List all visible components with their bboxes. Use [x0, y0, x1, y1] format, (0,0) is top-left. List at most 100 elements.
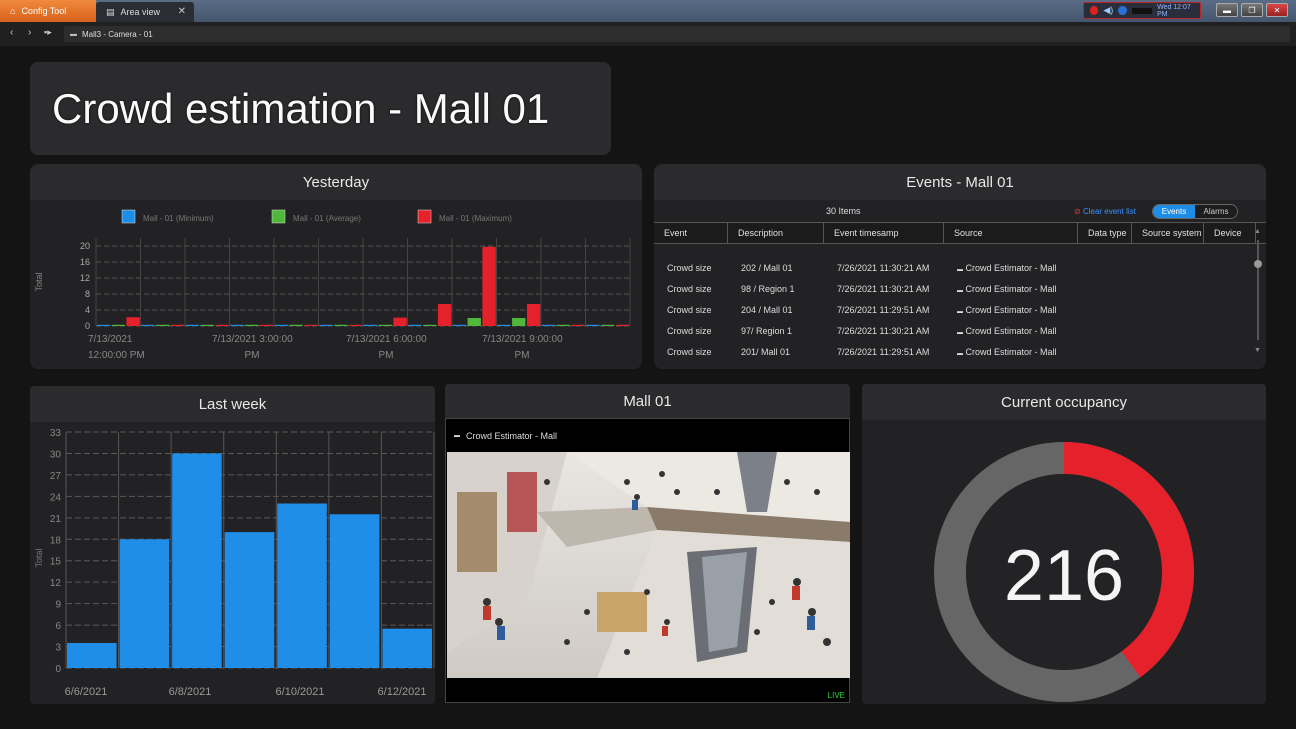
column-header-data-type[interactable]: Data type [1078, 223, 1132, 243]
notification-tray[interactable]: ◀) Wed 12:07 PM [1083, 2, 1201, 19]
events-alarms-toggle: Events Alarms [1152, 204, 1238, 219]
close-window-icon[interactable]: ✕ [1266, 3, 1288, 17]
tab-area-view[interactable]: ▤ Area view ✕ [96, 2, 194, 22]
cell-event: Crowd size [667, 283, 712, 294]
cell-timestamp: 7/26/2021 11:30:21 AM [837, 262, 930, 273]
y-tick-label: 15 [50, 557, 62, 568]
forward-icon[interactable]: › [28, 27, 31, 38]
yesterday-panel: Yesterday Mall - 01 (Minimum) Mall - 01 (… [30, 164, 642, 369]
events-toggle-button[interactable]: Events [1153, 205, 1195, 218]
y-axis-label: Total [34, 548, 44, 567]
events-panel: Events - Mall 01 30 Items ⊘ Clear event … [654, 164, 1266, 369]
camera-stream-header: ▬ Crowd Estimator - Mall [446, 419, 849, 452]
bar-maximum [170, 324, 185, 326]
alarm-icon[interactable] [1090, 6, 1099, 15]
bar-average [378, 324, 392, 326]
bar-average [467, 318, 481, 326]
bar-average [512, 318, 526, 326]
column-header-timestamp[interactable]: Event timesamp [824, 223, 944, 243]
globe-icon[interactable] [1118, 6, 1127, 15]
y-tick-label: 8 [85, 289, 90, 299]
y-tick-label: 27 [50, 471, 62, 482]
bar-maximum [126, 317, 140, 326]
restore-icon[interactable]: ❐ [1241, 3, 1263, 17]
cell-source-label: Crowd Estimator - Mall [965, 325, 1057, 336]
cell-description: 98 / Region 1 [741, 283, 795, 294]
occupancy-panel: Current occupancy 216 [862, 384, 1266, 704]
camera-nav-icon[interactable]: ▪▸ [44, 27, 52, 38]
address-path: Mall3 - Camera - 01 [82, 29, 153, 39]
bar [224, 532, 275, 668]
table-row[interactable]: Crowd size 201/ Mall 01 7/26/2021 11:29:… [654, 341, 1266, 362]
table-row[interactable]: Crowd size 204 / Mall 01 7/26/2021 11:29… [654, 299, 1266, 320]
dashboard-title-tile: Crowd estimation - Mall 01 [30, 62, 611, 155]
y-tick-label: 0 [85, 321, 90, 331]
window-controls: ▬ ❐ ✕ [1216, 3, 1288, 17]
x-tick-label: PM [515, 350, 530, 361]
y-tick-label: 0 [55, 664, 61, 675]
legend-swatch [271, 209, 286, 224]
bar-maximum [393, 317, 407, 326]
dashboard-title: Crowd estimation - Mall 01 [52, 84, 550, 132]
scroll-down-icon[interactable]: ▼ [1254, 347, 1261, 354]
minimize-icon[interactable]: ▬ [1216, 3, 1238, 17]
table-row[interactable]: Crowd size 98 / Region 1 7/26/2021 11:30… [654, 278, 1266, 299]
camera-source-icon: ▬ [957, 287, 963, 294]
bar [329, 514, 380, 668]
x-tick-label: 7/13/2021 9:00:00 [482, 334, 563, 345]
cell-timestamp: 7/26/2021 11:29:51 AM [837, 304, 930, 315]
x-tick-label: 6/6/2021 [65, 686, 108, 698]
x-tick-label: PM [245, 350, 260, 361]
events-toolbar: 30 Items ⊘ Clear event list Events Alarm… [654, 200, 1266, 222]
camera-panel-header: Mall 01 [445, 384, 850, 418]
bar-average [334, 324, 348, 326]
camera-source-icon: ▬ [957, 308, 963, 315]
camera-view[interactable]: ▬ Crowd Estimator - Mall LIVE [445, 418, 850, 703]
last-week-title: Last week [30, 386, 435, 422]
scroll-up-icon[interactable]: ▲ [1254, 228, 1261, 235]
cell-description: 97/ Region 1 [741, 325, 793, 336]
column-header-device[interactable]: Device [1204, 223, 1256, 243]
column-header-source[interactable]: Source [944, 223, 1078, 243]
yesterday-title: Yesterday [30, 164, 642, 200]
cell-source-label: Crowd Estimator - Mall [965, 262, 1057, 273]
column-header-source-system[interactable]: Source system [1132, 223, 1204, 243]
bar-average [156, 324, 170, 326]
column-header-event[interactable]: Event [654, 223, 728, 243]
legend-label: Mall - 01 (Average) [293, 214, 361, 223]
camera-feed-image [447, 452, 850, 678]
occupancy-title: Current occupancy [862, 384, 1266, 420]
y-tick-label: 20 [80, 241, 90, 251]
scroll-thumb[interactable] [1254, 260, 1262, 268]
navigation-bar: ‹ › ▪▸ ▬ Mall3 - Camera - 01 [0, 22, 1296, 46]
cell-description: 202 / Mall 01 [741, 262, 793, 273]
cell-event: Crowd size [667, 325, 712, 336]
tab-config-tool[interactable]: ⌂ Config Tool [0, 0, 96, 22]
bar-average [289, 324, 303, 326]
alarms-toggle-button[interactable]: Alarms [1195, 205, 1237, 218]
address-bar[interactable]: ▬ Mall3 - Camera - 01 [64, 26, 1290, 42]
cell-source: ▬ Crowd Estimator - Mall [944, 347, 1078, 357]
area-view-icon: ▤ [106, 6, 115, 17]
bar-minimum [408, 324, 422, 326]
close-tab-icon[interactable]: ✕ [178, 6, 186, 17]
bar [382, 628, 432, 668]
camera-stream-label: Crowd Estimator - Mall [466, 430, 558, 441]
last-week-panel: Last week 0 3 6 9 12 15 18 21 24 27 30 33 Total 6/6/2… [30, 386, 435, 704]
table-row[interactable]: Crowd size 97/ Region 1 7/26/2021 11:30:… [654, 320, 1266, 341]
occupancy-value: 216 [1004, 536, 1124, 616]
bar-minimum [497, 324, 511, 326]
volume-icon[interactable]: ◀) [1103, 5, 1113, 16]
scroll-track[interactable] [1257, 240, 1259, 340]
x-tick-label: 6/12/2021 [378, 686, 427, 698]
camera-source-icon: ▬ [957, 350, 963, 357]
back-icon[interactable]: ‹ [10, 27, 13, 38]
table-row[interactable]: Crowd size 202 / Mall 01 7/26/2021 11:30… [654, 257, 1266, 278]
camera-icon: ▬ [70, 30, 77, 38]
bar-minimum [274, 324, 289, 326]
camera-source-icon: ▬ [957, 329, 963, 336]
events-scrollbar[interactable]: ▲ ▼ [1254, 228, 1262, 354]
clear-event-list-link[interactable]: ⊘ Clear event list [1074, 207, 1136, 216]
column-header-description[interactable]: Description [728, 223, 824, 243]
bar [67, 642, 117, 668]
